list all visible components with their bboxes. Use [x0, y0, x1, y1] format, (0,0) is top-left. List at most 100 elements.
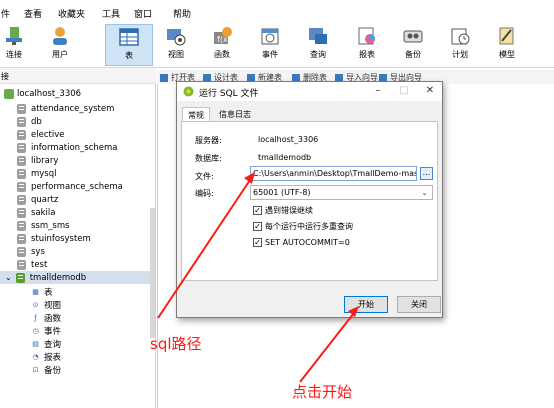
tree-child-events[interactable]: ◷ 事件 — [30, 324, 61, 337]
toolbar-function-button[interactable]: f(x) 函数 — [202, 24, 242, 66]
tree-db-item[interactable]: quartz — [17, 193, 58, 206]
general-panel: 服务器: localhost_3306 数据库: tmalldemodb 文件:… — [181, 121, 438, 281]
dialog-title: 运行 SQL 文件 — [199, 89, 259, 99]
event-icon — [261, 28, 279, 45]
connection-icon — [4, 88, 14, 99]
toolbar-schedule-button[interactable]: 计划 — [440, 24, 480, 66]
table-icon — [119, 28, 139, 46]
multiple-queries-checkbox[interactable]: ✓ 每个运行中运行多重查询 — [253, 221, 353, 232]
tree-db-item[interactable]: db — [17, 115, 42, 128]
database-value: tmalldemodb — [258, 153, 312, 162]
encoding-label: 编码: — [195, 189, 214, 198]
toolbar-model-button[interactable]: 模型 — [487, 24, 527, 66]
menu-view[interactable]: 查看 — [24, 7, 42, 20]
tree-db-item[interactable]: performance_schema — [17, 180, 123, 193]
open-table-icon — [160, 73, 168, 82]
tree-db-item[interactable]: mysql — [17, 167, 57, 180]
database-icon — [17, 259, 26, 270]
dialog-titlebar: 运行 SQL 文件 – □ ✕ — [177, 82, 442, 101]
query-icon — [309, 28, 327, 44]
tab-general[interactable]: 常规 — [182, 107, 210, 122]
toolbar-query-button[interactable]: 查询 — [298, 24, 338, 66]
autocommit-checkbox[interactable]: ✓ SET AUTOCOMMIT=0 — [253, 237, 350, 248]
tree-child-queries[interactable]: ▤ 查询 — [30, 337, 61, 350]
navigation-pane: 接 localhost_3306 attendance_system db el… — [0, 68, 156, 408]
tree-db-item[interactable]: attendance_system — [17, 102, 114, 115]
tree-db-item[interactable]: sys — [17, 245, 45, 258]
database-icon — [17, 194, 26, 205]
toolbar-connection-button[interactable]: 连接 — [0, 24, 34, 66]
annotation-click-start: 点击开始 — [292, 383, 353, 401]
tree-child-tables[interactable]: ▦ 表 — [30, 285, 52, 298]
report-icon — [358, 27, 375, 45]
database-icon — [17, 116, 26, 127]
database-icon — [17, 155, 26, 166]
backup-icon: ⊡ — [32, 365, 39, 374]
toolbar-backup-button[interactable]: 备份 — [393, 24, 433, 66]
browse-file-button[interactable]: ... — [420, 167, 433, 180]
encoding-value: 65001 (UTF-8) — [253, 188, 311, 197]
main-toolbar: 连接 用户 表 视图 f(x) 函数 事件 查询 报表 备份 计划 模型 — [0, 22, 554, 68]
toolbar-report-button[interactable]: 报表 — [347, 24, 387, 66]
toolbar-table-button[interactable]: 表 — [105, 24, 153, 66]
server-value: localhost_3306 — [258, 135, 319, 144]
checkbox-checked-icon: ✓ — [253, 238, 262, 247]
tree-db-item[interactable]: ssm_sms — [17, 219, 70, 232]
tree-db-tmalldemodb[interactable]: ⌄ tmalldemodb — [0, 271, 150, 284]
encoding-select[interactable]: 65001 (UTF-8) ⌄ — [250, 185, 433, 200]
navigation-scrollbar[interactable] — [150, 208, 155, 338]
tree-db-item[interactable]: stuinfosystem — [17, 232, 91, 245]
menu-favorites[interactable]: 收藏夹 — [58, 7, 85, 20]
toolbar-view-button[interactable]: 视图 — [156, 24, 196, 66]
menu-help[interactable]: 帮助 — [173, 7, 191, 20]
backup-icon — [403, 30, 423, 43]
menu-tools[interactable]: 工具 — [102, 7, 120, 20]
tree-child-backups[interactable]: ⊡ 备份 — [30, 363, 61, 376]
chevron-down-icon: ⌄ — [421, 188, 428, 197]
schedule-icon — [451, 28, 470, 45]
database-icon — [17, 103, 26, 114]
tree-db-item[interactable]: library — [17, 154, 58, 167]
tree-db-item[interactable]: information_schema — [17, 141, 118, 154]
continue-on-error-checkbox[interactable]: ✓ 遇到错误继续 — [253, 205, 313, 216]
minimize-icon[interactable]: – — [370, 85, 386, 96]
run-sql-file-dialog: 运行 SQL 文件 – □ ✕ 常规 信息日志 服务器: localhost_3… — [176, 81, 443, 318]
tree-db-item[interactable]: test — [17, 258, 47, 271]
table-icon: ▦ — [32, 287, 39, 296]
database-icon — [17, 181, 26, 192]
toolbar-user-button[interactable]: 用户 — [40, 24, 80, 66]
file-path-input[interactable]: C:\Users\anmin\Desktop\TmallDemo-mast — [250, 166, 417, 181]
database-icon — [17, 207, 26, 218]
event-icon: ◷ — [32, 326, 39, 335]
query-icon: ▤ — [32, 339, 39, 348]
database-icon — [17, 168, 26, 179]
tree-connection[interactable]: localhost_3306 — [4, 87, 81, 100]
tree-child-functions[interactable]: ƒ 函数 — [30, 311, 61, 324]
database-open-icon — [15, 272, 25, 283]
menu-bar: 件 查看 收藏夹 工具 窗口 帮助 — [0, 0, 554, 22]
start-button[interactable]: 开始 — [344, 296, 388, 313]
tree-db-item[interactable]: sakila — [17, 206, 56, 219]
tree-db-item[interactable]: elective — [17, 128, 64, 141]
svg-text:f(x): f(x) — [217, 35, 231, 44]
connection-icon — [6, 27, 22, 45]
database-label: 数据库: — [195, 154, 222, 163]
menu-file[interactable]: 件 — [1, 7, 10, 20]
navigation-header: 接 — [0, 68, 156, 84]
checkbox-checked-icon: ✓ — [253, 206, 262, 215]
maximize-icon[interactable]: □ — [396, 85, 412, 96]
annotation-sql-path: sql路径 — [150, 335, 202, 353]
menu-window[interactable]: 窗口 — [134, 7, 152, 20]
model-icon — [499, 27, 514, 45]
function-icon: f(x) — [214, 27, 232, 44]
close-button[interactable]: 关闭 — [397, 296, 441, 313]
tab-message-log[interactable]: 信息日志 — [214, 107, 256, 121]
server-label: 服务器: — [195, 136, 222, 145]
tree-child-views[interactable]: ⊙ 视图 — [30, 298, 61, 311]
close-icon[interactable]: ✕ — [422, 85, 438, 96]
database-icon — [17, 142, 26, 153]
file-label: 文件: — [195, 172, 214, 181]
tree-child-reports[interactable]: ◔ 报表 — [30, 350, 61, 363]
navicat-app-icon — [183, 86, 194, 97]
toolbar-event-button[interactable]: 事件 — [250, 24, 290, 66]
